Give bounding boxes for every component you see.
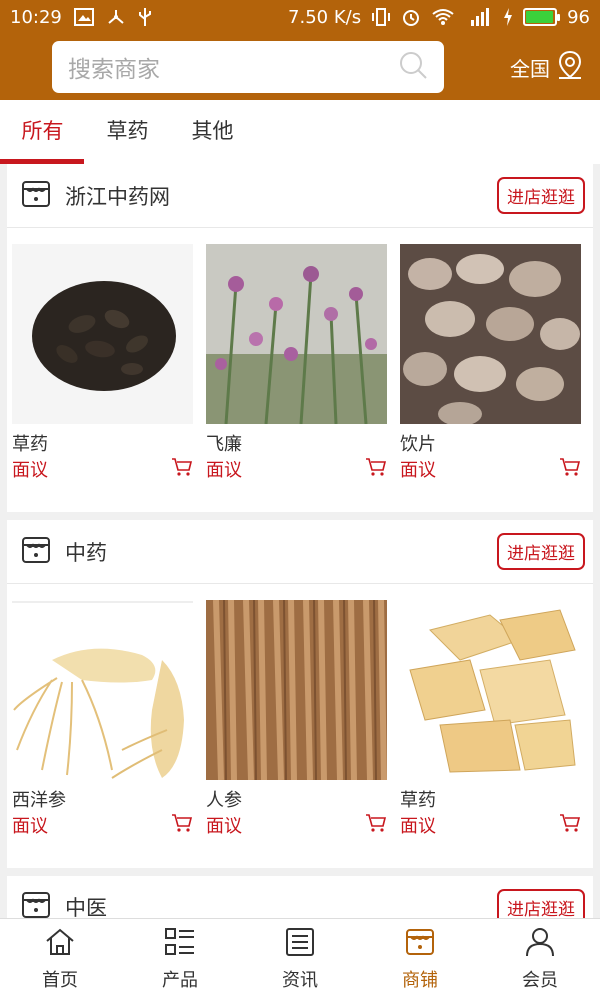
search-icon[interactable] [398,50,428,84]
product-price: 面议 [400,460,436,481]
share-notification-icon [106,8,126,26]
search-input[interactable]: 搜索商家 [52,41,444,93]
thistle-flowers-image[interactable] [206,244,387,424]
user-icon [524,927,556,962]
product-card[interactable]: 西洋参 面议 [12,600,193,838]
store-name: 中药 [65,540,107,565]
search-placeholder: 搜索商家 [68,57,160,83]
nav-label: 资讯 [282,970,318,991]
product-card[interactable]: 草药 面议 [12,244,193,482]
nav-home[interactable]: 首页 [0,919,120,1000]
store-icon [21,890,51,918]
american-ginseng-image[interactable] [12,600,193,780]
store-icon [21,535,51,569]
cart-icon[interactable] [171,457,193,481]
store-header: 中药 进店逛逛 [7,520,593,584]
product-price: 面议 [206,816,242,837]
battery-icon [523,8,561,26]
alarm-icon [401,7,421,27]
product-name: 草药 [400,790,436,811]
cart-icon[interactable] [559,457,581,481]
vibrate-icon [371,7,391,27]
usb-icon [138,7,152,27]
product-name: 人参 [206,790,242,811]
home-icon [44,927,76,962]
store-header: 中医 进店逛逛 [7,876,593,918]
charging-icon [503,8,513,26]
product-card[interactable]: 人参 面议 [206,600,387,838]
product-price: 面议 [12,816,48,837]
nav-news[interactable]: 资讯 [240,919,360,1000]
nav-label: 产品 [162,970,198,991]
wifi-icon [431,8,455,26]
tab-herbs[interactable]: 草药 [85,100,170,164]
store-name: 浙江中药网 [65,184,170,209]
cart-icon[interactable] [365,457,387,481]
product-name: 饮片 [400,434,436,455]
store-card: 中药 进店逛逛 西洋参 面议 人参 面议 草药 面议 [7,520,593,868]
top-header: 搜索商家 全国 [0,34,600,100]
herb-slices-image[interactable] [400,244,581,424]
status-bar: 10:29 7.50 K/s 96 [0,0,600,34]
nav-stores[interactable]: 商铺 [360,919,480,1000]
cart-icon[interactable] [171,813,193,837]
product-price: 面议 [400,816,436,837]
cart-icon[interactable] [559,813,581,837]
battery-level: 96 [567,6,590,28]
store-card: 中医 进店逛逛 [7,876,593,918]
nav-label: 商铺 [402,970,438,991]
product-name: 西洋参 [12,790,66,811]
product-card[interactable]: 饮片 面议 [400,244,581,482]
location-pin-icon [556,50,584,85]
visit-store-button[interactable]: 进店逛逛 [497,888,585,918]
store-card: 浙江中药网 进店逛逛 草药 面议 飞廉 面议 饮片 面议 [7,164,593,512]
nav-label: 会员 [522,970,558,991]
list-icon [164,927,196,962]
tab-other[interactable]: 其他 [170,100,255,164]
store-icon [404,927,436,962]
cart-icon[interactable] [365,813,387,837]
nav-member[interactable]: 会员 [480,919,600,1000]
product-card[interactable]: 草药 面议 [400,600,581,838]
visit-store-button[interactable]: 进店逛逛 [497,533,585,570]
ginseng-roots-image[interactable] [206,600,387,780]
store-header: 浙江中药网 进店逛逛 [7,164,593,228]
region-selector[interactable]: 全国 [510,50,584,85]
store-icon [21,179,51,213]
product-list: 西洋参 面议 人参 面议 草药 面议 [7,584,593,838]
signal-icon [465,8,493,26]
product-price: 面议 [206,460,242,481]
bottom-navigation: 首页 产品 资讯 商铺 会员 [0,918,600,1000]
product-list: 草药 面议 飞廉 面议 饮片 面议 [7,228,593,482]
visit-store-button[interactable]: 进店逛逛 [497,177,585,214]
nav-products[interactable]: 产品 [120,919,240,1000]
network-speed: 7.50 K/s [288,6,362,28]
product-price: 面议 [12,460,48,481]
category-tabs: 所有 草药 其他 [0,100,600,164]
yellow-slices-image[interactable] [400,600,581,780]
status-time: 10:29 [10,6,62,28]
store-name: 中医 [65,896,107,918]
nav-label: 首页 [42,970,78,991]
image-notification-icon [73,8,94,26]
region-label: 全国 [510,57,550,81]
news-icon [284,927,316,962]
tab-all[interactable]: 所有 [0,100,85,164]
product-name: 草药 [12,434,48,455]
product-card[interactable]: 飞廉 面议 [206,244,387,482]
black-seeds-image[interactable] [12,244,193,424]
product-name: 飞廉 [206,434,242,455]
